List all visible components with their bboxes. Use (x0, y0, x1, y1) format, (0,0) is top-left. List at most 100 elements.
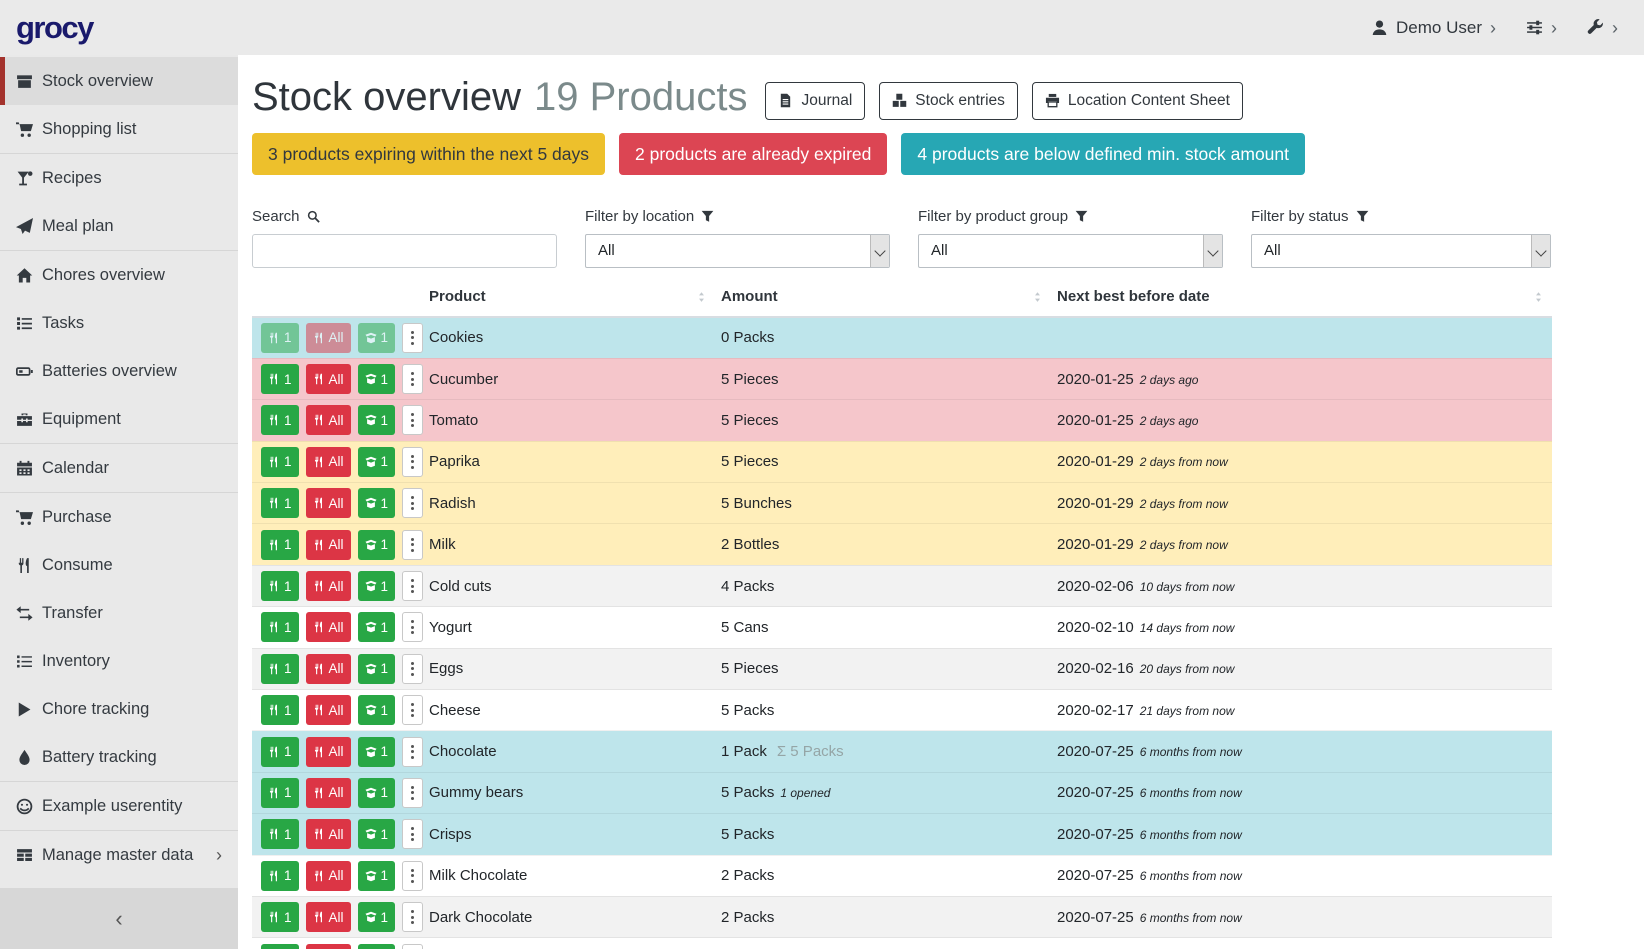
consume-all-button[interactable]: All (306, 447, 351, 477)
consume-all-button[interactable]: All (306, 530, 351, 560)
consume-one-button[interactable]: 1 (261, 902, 299, 932)
consume-one-button[interactable]: 1 (261, 819, 299, 849)
consume-all-button[interactable]: All (306, 405, 351, 435)
open-one-button[interactable]: 1 (358, 488, 396, 518)
sidebar-item-recipes[interactable]: Recipes (0, 154, 238, 202)
open-one-button[interactable]: 1 (358, 571, 396, 601)
consume-one-button[interactable]: 1 (261, 861, 299, 891)
product-group-select[interactable]: All (918, 234, 1223, 268)
alert-chip-1[interactable]: 2 products are already expired (619, 133, 887, 175)
open-one-button[interactable]: 1 (358, 902, 396, 932)
settings-menu[interactable]: › (1526, 19, 1557, 37)
stock-entries-button[interactable]: Stock entries (879, 82, 1018, 120)
consume-one-button[interactable]: 1 (261, 654, 299, 684)
app-logo[interactable]: grocy (16, 10, 93, 46)
open-one-button[interactable]: 1 (358, 737, 396, 767)
consume-one-button[interactable]: 1 (261, 737, 299, 767)
consume-all-button[interactable]: All (306, 364, 351, 394)
consume-one-button[interactable]: 1 (261, 447, 299, 477)
row-menu-button[interactable] (402, 571, 423, 601)
row-menu-button[interactable] (402, 902, 423, 932)
row-menu-button[interactable] (402, 737, 423, 767)
sidebar-item-tasks[interactable]: Tasks (0, 299, 238, 347)
sidebar-item-consume[interactable]: Consume (0, 541, 238, 589)
sidebar-item-batteries-overview[interactable]: Batteries overview (0, 347, 238, 395)
sidebar-item-example-userentity[interactable]: Example userentity (0, 782, 238, 830)
button-label: 1 (381, 537, 389, 552)
consume-all-button[interactable]: All (306, 944, 351, 949)
consume-one-button[interactable]: 1 (261, 488, 299, 518)
open-one-button[interactable]: 1 (358, 654, 396, 684)
open-one-button[interactable]: 1 (358, 944, 396, 949)
journal-button[interactable]: Journal (765, 82, 865, 120)
open-one-button[interactable]: 1 (358, 405, 396, 435)
location-select[interactable]: All (585, 234, 890, 268)
sidebar-item-manage-master-data[interactable]: Manage master data› (0, 831, 238, 879)
consume-all-button[interactable]: All (306, 612, 351, 642)
sidebar-item-purchase[interactable]: Purchase (0, 493, 238, 541)
consume-all-button[interactable]: All (306, 902, 351, 932)
status-select[interactable]: All (1251, 234, 1551, 268)
location-content-sheet-button[interactable]: Location Content Sheet (1032, 82, 1243, 120)
consume-one-button[interactable]: 1 (261, 695, 299, 725)
row-menu-button[interactable] (402, 488, 423, 518)
consume-one-button[interactable]: 1 (261, 571, 299, 601)
open-one-button[interactable]: 1 (358, 778, 396, 808)
admin-menu[interactable]: › (1587, 19, 1618, 37)
open-one-button[interactable]: 1 (358, 323, 396, 353)
row-menu-button[interactable] (402, 944, 423, 949)
consume-all-button[interactable]: All (306, 654, 351, 684)
open-one-button[interactable]: 1 (358, 819, 396, 849)
row-menu-button[interactable] (402, 364, 423, 394)
consume-one-button[interactable]: 1 (261, 612, 299, 642)
open-one-button[interactable]: 1 (358, 530, 396, 560)
row-menu-button[interactable] (402, 612, 423, 642)
consume-all-button[interactable]: All (306, 571, 351, 601)
consume-one-button[interactable]: 1 (261, 364, 299, 394)
open-one-button[interactable]: 1 (358, 364, 396, 394)
consume-all-button[interactable]: All (306, 861, 351, 891)
row-menu-button[interactable] (402, 405, 423, 435)
consume-all-button[interactable]: All (306, 819, 351, 849)
sidebar-item-stock-overview[interactable]: Stock overview (0, 57, 238, 105)
consume-one-button[interactable]: 1 (261, 778, 299, 808)
row-menu-button[interactable] (402, 654, 423, 684)
row-menu-button[interactable] (402, 530, 423, 560)
sidebar-item-shopping-list[interactable]: Shopping list (0, 105, 238, 153)
row-menu-button[interactable] (402, 447, 423, 477)
consume-one-button[interactable]: 1 (261, 323, 299, 353)
open-one-button[interactable]: 1 (358, 695, 396, 725)
sidebar-item-meal-plan[interactable]: Meal plan (0, 202, 238, 250)
row-menu-button[interactable] (402, 778, 423, 808)
sidebar-item-chores-overview[interactable]: Chores overview (0, 251, 238, 299)
consume-all-button[interactable]: All (306, 323, 351, 353)
consume-one-button[interactable]: 1 (261, 530, 299, 560)
open-one-button[interactable]: 1 (358, 861, 396, 891)
consume-all-button[interactable]: All (306, 778, 351, 808)
amount-column-header[interactable]: Amount (715, 277, 1051, 317)
sidebar-item-transfer[interactable]: Transfer (0, 589, 238, 637)
open-one-button[interactable]: 1 (358, 447, 396, 477)
sidebar-item-chore-tracking[interactable]: Chore tracking (0, 685, 238, 733)
row-menu-button[interactable] (402, 695, 423, 725)
sidebar-item-battery-tracking[interactable]: Battery tracking (0, 733, 238, 781)
consume-all-button[interactable]: All (306, 695, 351, 725)
sidebar-collapse-button[interactable]: ‹ (0, 888, 238, 949)
user-menu[interactable]: Demo User › (1371, 18, 1496, 38)
sidebar-item-calendar[interactable]: Calendar (0, 444, 238, 492)
consume-one-button[interactable]: 1 (261, 944, 299, 949)
product-column-header[interactable]: Product (423, 277, 715, 317)
row-menu-button[interactable] (402, 819, 423, 849)
row-menu-button[interactable] (402, 323, 423, 353)
alert-chip-2[interactable]: 4 products are below defined min. stock … (901, 133, 1305, 175)
sidebar-item-equipment[interactable]: Equipment (0, 395, 238, 443)
consume-all-button[interactable]: All (306, 737, 351, 767)
search-input[interactable] (252, 234, 557, 268)
consume-all-button[interactable]: All (306, 488, 351, 518)
alert-chip-0[interactable]: 3 products expiring within the next 5 da… (252, 133, 605, 175)
sidebar-item-inventory[interactable]: Inventory (0, 637, 238, 685)
consume-one-button[interactable]: 1 (261, 405, 299, 435)
row-menu-button[interactable] (402, 861, 423, 891)
best-before-column-header[interactable]: Next best before date (1051, 277, 1552, 317)
open-one-button[interactable]: 1 (358, 612, 396, 642)
